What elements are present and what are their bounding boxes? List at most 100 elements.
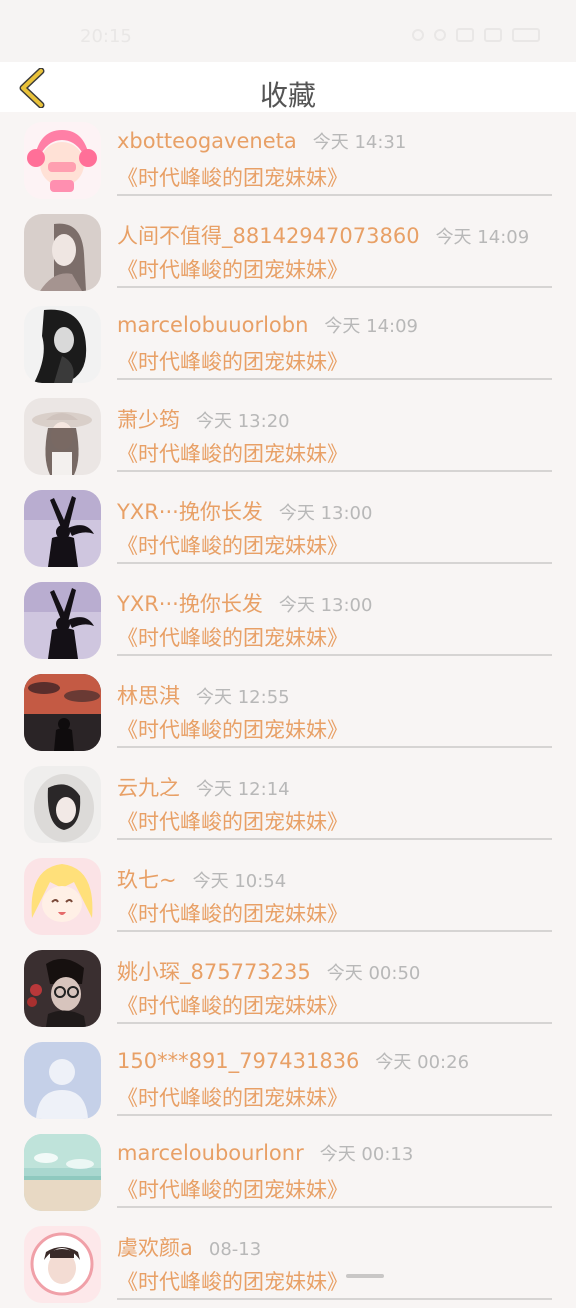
status-time: 20:15 [80,26,132,47]
book-title-link[interactable]: 《时代峰峻的团宠妹妹》 [117,898,348,928]
list-item[interactable]: 云九之 今天 12:14 《时代峰峻的团宠妹妹》 [0,756,576,848]
timestamp: 今天 00:13 [319,1144,414,1165]
item-meta-row: YXR···挽你长发 今天 13:00 [117,588,372,618]
divider [117,930,552,932]
username[interactable]: 姚小琛_875773235 [117,956,311,986]
item-meta-row: xbotteogaveneta 今天 14:31 [117,128,406,154]
book-title-link[interactable]: 《时代峰峻的团宠妹妹》 [117,806,348,836]
status-icons [412,28,540,42]
timestamp: 今天 12:55 [196,687,290,708]
book-title-link[interactable]: 《时代峰峻的团宠妹妹》 [117,1174,348,1204]
item-meta-row: 云九之 今天 12:14 [117,772,290,802]
divider [117,838,552,840]
username[interactable]: YXR···挽你长发 [117,588,263,618]
boy-glasses-avatar[interactable] [24,950,101,1027]
timestamp: 今天 14:09 [435,227,530,248]
timestamp: 今天 13:20 [196,411,290,432]
list-item[interactable]: 萧少筠 今天 13:20 《时代峰峻的团宠妹妹》 [0,388,576,480]
item-meta-row: 人间不值得_88142947073860 今天 14:09 [117,220,529,250]
divider [117,470,552,472]
default-user-avatar[interactable] [24,1042,101,1119]
signal-icon [484,28,502,42]
timestamp: 今天 10:54 [192,871,287,892]
list-item[interactable]: 林思淇 今天 12:55 《时代峰峻的团宠妹妹》 [0,664,576,756]
silhouette-purple-avatar[interactable] [24,582,101,659]
book-title-link[interactable]: 《时代峰峻的团宠妹妹》 [117,530,348,560]
list-item[interactable]: 人间不值得_88142947073860 今天 14:09 《时代峰峻的团宠妹妹》 [0,204,576,296]
username[interactable]: marceloubourlonr [117,1141,304,1165]
list-item[interactable]: xbotteogaveneta 今天 14:31 《时代峰峻的团宠妹妹》 [0,112,576,204]
divider [117,194,552,196]
divider [117,1298,552,1300]
divider [117,286,552,288]
girl-hat-avatar[interactable] [24,398,101,475]
username[interactable]: YXR···挽你长发 [117,496,263,526]
list-item[interactable]: 玖七~ 今天 10:54 《时代峰峻的团宠妹妹》 [0,848,576,940]
username[interactable]: xbotteogaveneta [117,129,297,153]
book-title-link[interactable]: 《时代峰峻的团宠妹妹》 [117,714,348,744]
timestamp: 今天 13:00 [278,503,373,524]
divider [117,1022,552,1024]
item-meta-row: YXR···挽你长发 今天 13:00 [117,496,372,526]
alarm-icon [412,29,424,41]
timestamp: 今天 00:26 [375,1052,470,1073]
item-meta-row: 萧少筠 今天 13:20 [117,404,290,434]
divider [117,654,552,656]
divider [117,562,552,564]
timestamp: 今天 13:00 [278,595,373,616]
status-bar: 20:15 [0,0,576,62]
username[interactable]: 玖七~ [117,864,177,894]
wifi-icon [434,29,446,41]
anime-blonde-avatar[interactable] [24,858,101,935]
username[interactable]: 人间不值得_88142947073860 [117,220,420,250]
item-meta-row: marceloubourlonr 今天 00:13 [117,1140,413,1166]
page-title: 收藏 [259,79,316,112]
book-title-link[interactable]: 《时代峰峻的团宠妹妹》 [117,622,348,652]
bw-woman-avatar[interactable] [24,306,101,383]
list-item[interactable]: 150***891_797431836 今天 00:26 《时代峰峻的团宠妹妹》 [0,1032,576,1124]
divider [117,378,552,380]
username[interactable]: 150***891_797431836 [117,1049,359,1073]
boy-portrait-avatar[interactable] [24,1226,101,1303]
item-meta-row: 姚小琛_875773235 今天 00:50 [117,956,420,986]
list-item[interactable]: marceloubourlonr 今天 00:13 《时代峰峻的团宠妹妹》 [0,1124,576,1216]
nav-bar: 收藏 [0,62,576,112]
sepia-girl-avatar[interactable] [24,214,101,291]
beach-avatar[interactable] [24,1134,101,1211]
girl-pillow-avatar[interactable] [24,766,101,843]
item-meta-row: 林思淇 今天 12:55 [117,680,290,710]
sunset-silhouette-avatar[interactable] [24,674,101,751]
timestamp: 今天 14:31 [312,132,407,153]
list-item[interactable]: marcelobuuorlobn 今天 14:09 《时代峰峻的团宠妹妹》 [0,296,576,388]
list-item[interactable]: 姚小琛_875773235 今天 00:50 《时代峰峻的团宠妹妹》 [0,940,576,1032]
sim-icon [456,28,474,42]
battery-icon [512,28,540,42]
divider [117,1206,552,1208]
username[interactable]: 林思淇 [117,680,180,710]
book-title-link[interactable]: 《时代峰峻的团宠妹妹》 [117,990,348,1020]
book-title-link[interactable]: 《时代峰峻的团宠妹妹》 [117,346,348,376]
item-meta-row: 150***891_797431836 今天 00:26 [117,1048,469,1074]
book-title-link[interactable]: 《时代峰峻的团宠妹妹》 [117,1266,348,1296]
item-meta-row: marcelobuuorlobn 今天 14:09 [117,312,418,338]
book-title-link[interactable]: 《时代峰峻的团宠妹妹》 [117,438,348,468]
username[interactable]: 萧少筠 [117,404,180,434]
list-item[interactable]: 虞欢颜a 08-13 《时代峰峻的团宠妹妹》 [0,1216,576,1308]
username[interactable]: 虞欢颜a [117,1232,193,1262]
silhouette-purple-avatar[interactable] [24,490,101,567]
timestamp: 08-13 [208,1239,262,1260]
list-item[interactable]: YXR···挽你长发 今天 13:00 《时代峰峻的团宠妹妹》 [0,572,576,664]
item-meta-row: 玖七~ 今天 10:54 [117,864,286,894]
book-title-link[interactable]: 《时代峰峻的团宠妹妹》 [117,162,348,192]
timestamp: 今天 00:50 [326,963,421,984]
username[interactable]: 云九之 [117,772,180,802]
list-item[interactable]: YXR···挽你长发 今天 13:00 《时代峰峻的团宠妹妹》 [0,480,576,572]
book-title-link[interactable]: 《时代峰峻的团宠妹妹》 [117,1082,348,1112]
item-meta-row: 虞欢颜a 08-13 [117,1232,261,1262]
timestamp: 今天 12:14 [196,779,290,800]
timestamp: 今天 14:09 [324,316,419,337]
username[interactable]: marcelobuuorlobn [117,313,308,337]
favorites-list: xbotteogaveneta 今天 14:31 《时代峰峻的团宠妹妹》 人间不值得_… [0,112,576,1308]
book-title-link[interactable]: 《时代峰峻的团宠妹妹》 [117,254,348,284]
anime-pink-hair-avatar[interactable] [24,122,101,199]
